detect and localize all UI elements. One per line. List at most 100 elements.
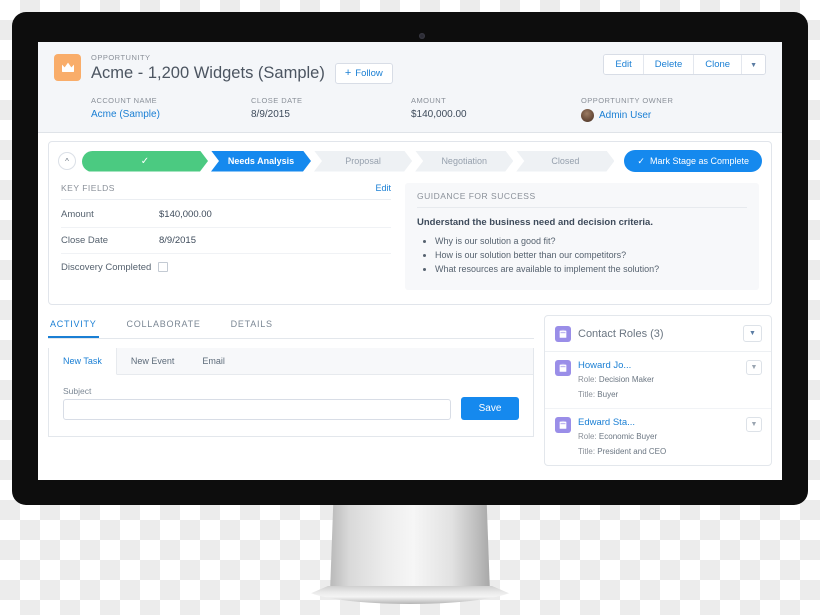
- role-value: Decision Maker: [598, 375, 655, 384]
- activity-subtabs: New Task New Event Email: [49, 348, 533, 375]
- sales-path-card: ^ ✓ Needs Analysis Proposal Negotiation: [48, 141, 772, 305]
- key-fields-edit-link[interactable]: Edit: [375, 183, 391, 193]
- close-date-value: 8/9/2015: [251, 109, 290, 120]
- path-stages: ✓ Needs Analysis Proposal Negotiation Cl…: [82, 151, 617, 172]
- contact-roles-title: Contact Roles (3): [578, 327, 664, 340]
- screen: OPPORTUNITY Acme - 1,200 Widgets (Sample…: [38, 42, 782, 480]
- key-field-label: Close Date: [61, 235, 108, 246]
- path-stage-closed[interactable]: Closed: [516, 151, 614, 172]
- account-name-link[interactable]: Acme (Sample): [91, 107, 251, 122]
- collapse-path-button[interactable]: ^: [58, 152, 76, 170]
- stage-label: Negotiation: [441, 156, 487, 166]
- subtab-new-task[interactable]: New Task: [49, 348, 117, 375]
- tab-collaborate[interactable]: COLLABORATE: [125, 315, 203, 338]
- key-fields-panel: KEY FIELDS Edit Amount $140,000.00 Close…: [61, 183, 391, 290]
- guidance-lead-text: Understand the business need and decisio…: [417, 217, 653, 228]
- tab-activity[interactable]: ACTIVITY: [48, 315, 99, 338]
- activity-composer: New Task New Event Email Subject Save: [48, 348, 534, 437]
- title-label: Title:: [578, 447, 596, 456]
- title-value: President and CEO: [597, 447, 667, 456]
- record-header: OPPORTUNITY Acme - 1,200 Widgets (Sample…: [38, 42, 782, 133]
- more-actions-button[interactable]: ▼: [742, 55, 765, 74]
- contact-roles-icon: [555, 325, 571, 342]
- webcam-icon: [419, 33, 425, 39]
- field-label: AMOUNT: [411, 96, 447, 105]
- crown-icon: [54, 54, 81, 81]
- list-item: Howard Jo... Role: Decision Maker Title:…: [545, 352, 771, 409]
- contact-title: Title: President and CEO: [578, 446, 739, 458]
- guidance-title: GUIDANCE FOR SUCCESS: [417, 191, 747, 208]
- edit-button[interactable]: Edit: [604, 55, 644, 74]
- chevron-down-icon: ▼: [750, 421, 758, 428]
- mark-stage-complete-label: Mark Stage as Complete: [649, 156, 749, 166]
- title-label: Title:: [578, 390, 596, 399]
- role-label: Role:: [578, 432, 597, 441]
- key-field-row: Discovery Completed: [61, 254, 391, 280]
- key-field-value: $140,000.00: [159, 209, 212, 220]
- path-stage-negotiation[interactable]: Negotiation: [415, 151, 513, 172]
- page-title: Acme - 1,200 Widgets (Sample): [91, 64, 325, 82]
- key-field-value: 8/9/2015: [159, 235, 196, 246]
- field-label: ACCOUNT NAME: [91, 96, 158, 105]
- list-item: Edward Sta... Role: Economic Buyer Title…: [545, 409, 771, 465]
- field-label: CLOSE DATE: [251, 96, 303, 105]
- check-icon: ✓: [637, 155, 645, 166]
- key-field-row: Amount $140,000.00: [61, 202, 391, 228]
- key-fields-title: KEY FIELDS: [61, 183, 115, 193]
- plus-icon: +: [344, 67, 352, 79]
- key-field-label: Amount: [61, 209, 94, 220]
- subject-label: Subject: [63, 386, 92, 396]
- subtab-email[interactable]: Email: [188, 348, 239, 374]
- contact-roles-panel: Contact Roles (3) ▼ Howard Jo... Role: D…: [544, 315, 772, 466]
- guidance-bullet: How is our solution better than our comp…: [435, 248, 747, 262]
- role-label: Role:: [578, 375, 597, 384]
- owner-name-link[interactable]: Admin User: [599, 108, 651, 123]
- contact-name-link[interactable]: Howard Jo...: [578, 360, 739, 371]
- title-value: Buyer: [597, 390, 619, 399]
- contact-role: Role: Decision Maker: [578, 374, 739, 386]
- header-field-amount: AMOUNT $140,000.00: [411, 95, 581, 123]
- chevron-down-icon: ▼: [750, 364, 758, 371]
- path-stage-proposal[interactable]: Proposal: [314, 151, 412, 172]
- stage-label: Closed: [551, 156, 580, 166]
- path-stage-needs-analysis[interactable]: Needs Analysis: [211, 151, 311, 172]
- role-value: Economic Buyer: [598, 432, 658, 441]
- contact-roles-menu-button[interactable]: ▼: [743, 325, 762, 342]
- contact-menu-button[interactable]: ▼: [746, 360, 762, 375]
- follow-button[interactable]: + Follow: [334, 63, 393, 84]
- mark-stage-complete-button[interactable]: ✓ Mark Stage as Complete: [624, 150, 762, 172]
- guidance-for-success-panel: GUIDANCE FOR SUCCESS Understand the busi…: [405, 183, 759, 290]
- subject-input[interactable]: [63, 399, 451, 420]
- monitor-frame: OPPORTUNITY Acme - 1,200 Widgets (Sample…: [12, 12, 808, 505]
- tab-details[interactable]: DETAILS: [229, 315, 275, 338]
- monitor-stand-neck: [330, 505, 490, 593]
- header-field-account-name: ACCOUNT NAME Acme (Sample): [91, 95, 251, 123]
- delete-button[interactable]: Delete: [643, 55, 695, 74]
- contact-icon: [555, 360, 571, 376]
- stage-label: Proposal: [345, 156, 381, 166]
- subtab-new-event[interactable]: New Event: [117, 348, 189, 374]
- header-fields: ACCOUNT NAME Acme (Sample) CLOSE DATE 8/…: [54, 95, 766, 123]
- discovery-completed-checkbox[interactable]: [158, 262, 169, 272]
- contact-name-link[interactable]: Edward Sta...: [578, 417, 739, 428]
- avatar: [581, 108, 594, 122]
- field-label: OPPORTUNITY OWNER: [581, 96, 674, 105]
- path-stage-completed[interactable]: ✓: [82, 151, 208, 172]
- clone-button[interactable]: Clone: [694, 55, 743, 74]
- guidance-bullet: What resources are available to implemen…: [435, 262, 747, 276]
- header-field-opportunity-owner: OPPORTUNITY OWNER Admin User: [581, 95, 673, 123]
- contact-role: Role: Economic Buyer: [578, 431, 739, 443]
- contact-menu-button[interactable]: ▼: [746, 417, 762, 432]
- contact-icon: [555, 417, 571, 433]
- amount-value: $140,000.00: [411, 109, 467, 120]
- header-field-close-date: CLOSE DATE 8/9/2015: [251, 95, 411, 123]
- chevron-down-icon: ▼: [749, 330, 756, 337]
- monitor-stand-base: [302, 586, 518, 604]
- contact-title: Title: Buyer: [578, 389, 739, 401]
- key-field-row: Close Date 8/9/2015: [61, 228, 391, 254]
- lower-content: ACTIVITY COLLABORATE DETAILS New Task Ne…: [38, 305, 782, 466]
- check-icon: ✓: [140, 155, 150, 167]
- main-tabs: ACTIVITY COLLABORATE DETAILS: [48, 315, 534, 339]
- save-button[interactable]: Save: [461, 397, 519, 420]
- guidance-bullet: Why is our solution a good fit?: [435, 234, 747, 248]
